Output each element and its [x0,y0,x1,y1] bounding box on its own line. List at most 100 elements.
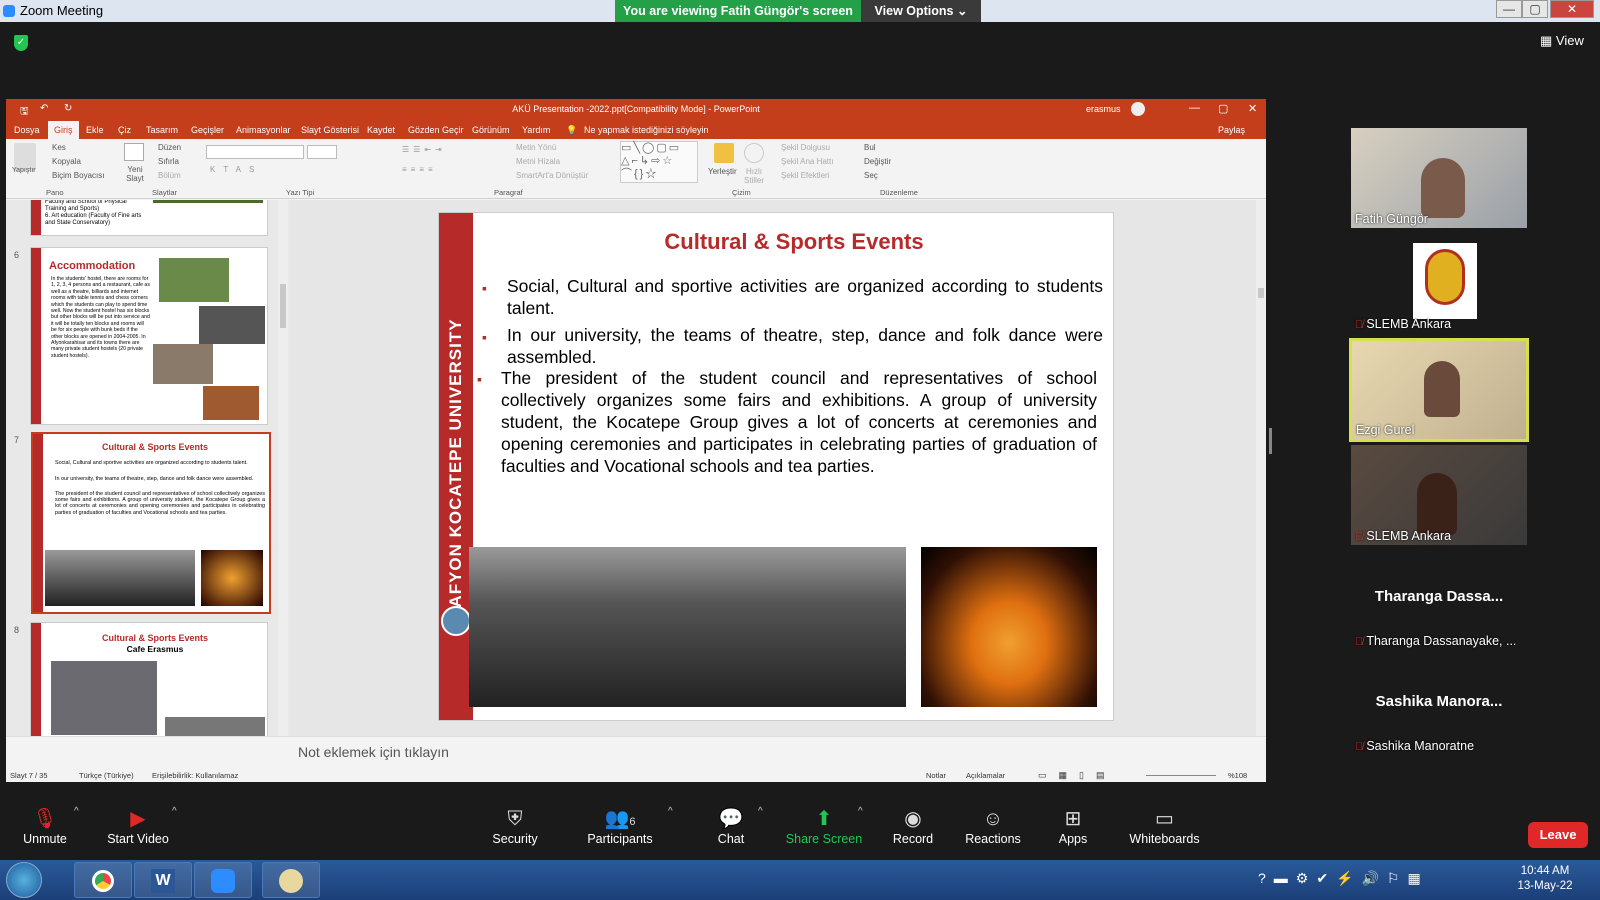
accessibility-status[interactable]: Erişilebilirlik: Kullanılamaz [152,771,238,780]
view-button[interactable]: ▦ View [1540,33,1584,49]
menu-ciz[interactable]: Çiz [118,125,131,135]
paste-label[interactable]: Yapıştır [12,167,36,174]
comments-toggle[interactable]: Açıklamalar [966,771,1005,780]
notes-toggle[interactable]: Notlar [926,771,946,780]
menu-gorunum[interactable]: Görünüm [472,125,510,135]
start-video-button[interactable]: ▶ Start Video [93,806,183,846]
view-options-button[interactable]: View Options ⌄ [861,0,981,22]
record-button[interactable]: ◉ Record [868,806,958,846]
cut-button[interactable]: Kes [52,143,66,152]
align-icons[interactable]: ≡≡≡≡ [402,165,437,174]
replace-button[interactable]: Değiştir [864,157,891,166]
word-taskbar-icon[interactable]: W [134,862,192,898]
close-button[interactable]: ✕ [1550,0,1594,18]
zoom-slider[interactable] [1146,775,1216,776]
leave-button[interactable]: Leave [1528,822,1588,848]
user-avatar[interactable] [1131,102,1145,116]
new-slide-button[interactable]: Yeni Slayt [120,165,150,183]
menu-gozden-gecir[interactable]: Gözden Geçir [408,125,464,135]
participants-icon: 👥6 [604,808,636,830]
smartart-button[interactable]: SmartArt'a Dönüştür [516,171,588,180]
maximize-button[interactable]: ▢ [1522,0,1548,18]
slide-thumbnail-6[interactable]: Accommodation In the students' hostel, t… [30,247,268,425]
thumb-scroll-thumb[interactable] [280,284,286,328]
share-chevron-icon[interactable]: ^ [858,806,863,817]
slide-scrollbar[interactable] [1256,200,1266,755]
language-status[interactable]: Türkçe (Türkiye) [79,771,134,780]
menu-giris[interactable]: Giriş [48,121,79,139]
ppt-minimize-icon[interactable]: — [1189,102,1200,114]
main-slide[interactable]: AFYON KOCATEPE UNIVERSITY Cultural & Spo… [438,212,1114,721]
start-button[interactable] [6,862,42,898]
list-icons[interactable]: ☰☰⇤⇥ [402,145,446,154]
whiteboards-button[interactable]: ▭ Whiteboards [1117,806,1212,846]
audio-options-chevron-icon[interactable]: ^ [74,806,79,817]
reactions-button[interactable]: ☺ Reactions [948,806,1038,846]
zoom-taskbar-icon[interactable] [194,862,252,898]
participants-chevron-icon[interactable]: ^ [668,806,673,817]
notes-placeholder[interactable]: Not eklemek için tıklayın [298,744,449,760]
select-button[interactable]: Seç [864,171,878,180]
tell-me-input[interactable]: Ne yapmak istediğinizi söyleyin [584,125,709,135]
menu-gecisler[interactable]: Geçişler [191,125,224,135]
menu-tasarim[interactable]: Tasarım [146,125,178,135]
participants-button[interactable]: 👥6 Participants [575,806,665,846]
menu-yardim[interactable]: Yardım [522,125,550,135]
arrange-button[interactable]: Yerleştir [708,167,737,176]
font-format-icons[interactable]: KTAS [210,165,262,174]
shape-fill-button[interactable]: Şekil Dolgusu [781,143,830,152]
paint-taskbar-icon[interactable] [262,862,320,898]
shapes-gallery[interactable]: ▭╲◯▢▭ △⌐↳⇨☆ ⌒{}☆ [620,141,698,183]
mic-muted-icon: 🎙̸ [1355,636,1367,648]
zoom-level[interactable]: %108 [1228,771,1247,780]
shape-outline-button[interactable]: Şekil Ana Hattı [781,157,833,166]
align-text-button[interactable]: Metni Hizala [516,157,560,166]
participant-tile[interactable]: 🎙̸ SLEMB Ankara [1351,233,1527,333]
slide-scroll-thumb[interactable] [1258,288,1264,298]
chat-chevron-icon[interactable]: ^ [758,806,763,817]
apps-button[interactable]: ⊞ Apps [1028,806,1118,846]
format-painter-button[interactable]: Biçim Boyacısı [52,171,104,180]
shape-effects-button[interactable]: Şekil Efektleri [781,171,829,180]
quick-styles-icon[interactable] [744,143,764,163]
share-button[interactable]: Paylaş [1218,125,1245,135]
font-size-select[interactable] [307,145,337,159]
layout-button[interactable]: Düzen [158,143,181,152]
section-button[interactable]: Bölüm [158,171,181,180]
slide-thumbnail-7-selected[interactable]: Cultural & Sports Events Social, Cultura… [31,432,271,614]
participant-tile[interactable]: Sashika Manora... 🎙̸ Sashika Manoratne [1351,655,1527,755]
minimize-button[interactable]: — [1496,0,1522,18]
quick-styles-button[interactable]: Hızlı Stiller [738,167,770,185]
thumb-title: Cultural & Sports Events [101,633,209,643]
copy-button[interactable]: Kopyala [52,157,81,166]
participant-tile[interactable]: 🎙̸ SLEMB Ankara [1351,445,1527,545]
menu-dosya[interactable]: Dosya [14,125,40,135]
new-slide-icon[interactable] [124,143,144,161]
system-tray-icons[interactable]: ?▬⚙✔⚡🔊⚐▦ [1258,870,1429,887]
arrange-icon[interactable] [714,143,734,163]
share-screen-button[interactable]: ⬆ Share Screen [779,806,869,846]
security-shield-icon[interactable]: ✓ [14,35,28,51]
menu-ekle[interactable]: Ekle [86,125,104,135]
menu-animasyonlar[interactable]: Animasyonlar [236,125,291,135]
participant-tile[interactable]: Tharanga Dassa... 🎙̸ Tharanga Dassanayak… [1351,550,1527,650]
ppt-user-name[interactable]: erasmus [1086,104,1121,114]
taskbar-clock[interactable]: 10:44 AM 13-May-22 [1500,864,1590,894]
slide-thumbnail-5[interactable]: Faculty and School of Physical Training … [30,200,268,236]
menu-kaydet[interactable]: Kaydet [367,125,395,135]
font-name-select[interactable] [206,145,304,159]
participant-tile-active-speaker[interactable]: Ezgi Gurel [1349,338,1529,442]
security-button[interactable]: ⛨ Security [470,806,560,846]
menu-slayt-gosterisi[interactable]: Slayt Gösterisi [301,125,359,135]
participant-tile[interactable]: Fatih Güngör [1351,128,1527,228]
panel-resize-handle[interactable] [1269,428,1272,454]
ppt-close-icon[interactable]: ✕ [1248,102,1257,115]
video-options-chevron-icon[interactable]: ^ [172,806,177,817]
view-mode-icons[interactable]: ▭▦▯▤ [1038,770,1116,781]
ppt-maximize-icon[interactable]: ▢ [1218,102,1228,115]
text-direction-button[interactable]: Metin Yönü [516,143,556,152]
chrome-taskbar-icon[interactable] [74,862,132,898]
find-button[interactable]: Bul [864,143,876,152]
reset-button[interactable]: Sıfırla [158,157,179,166]
notes-pane[interactable] [6,736,1266,770]
